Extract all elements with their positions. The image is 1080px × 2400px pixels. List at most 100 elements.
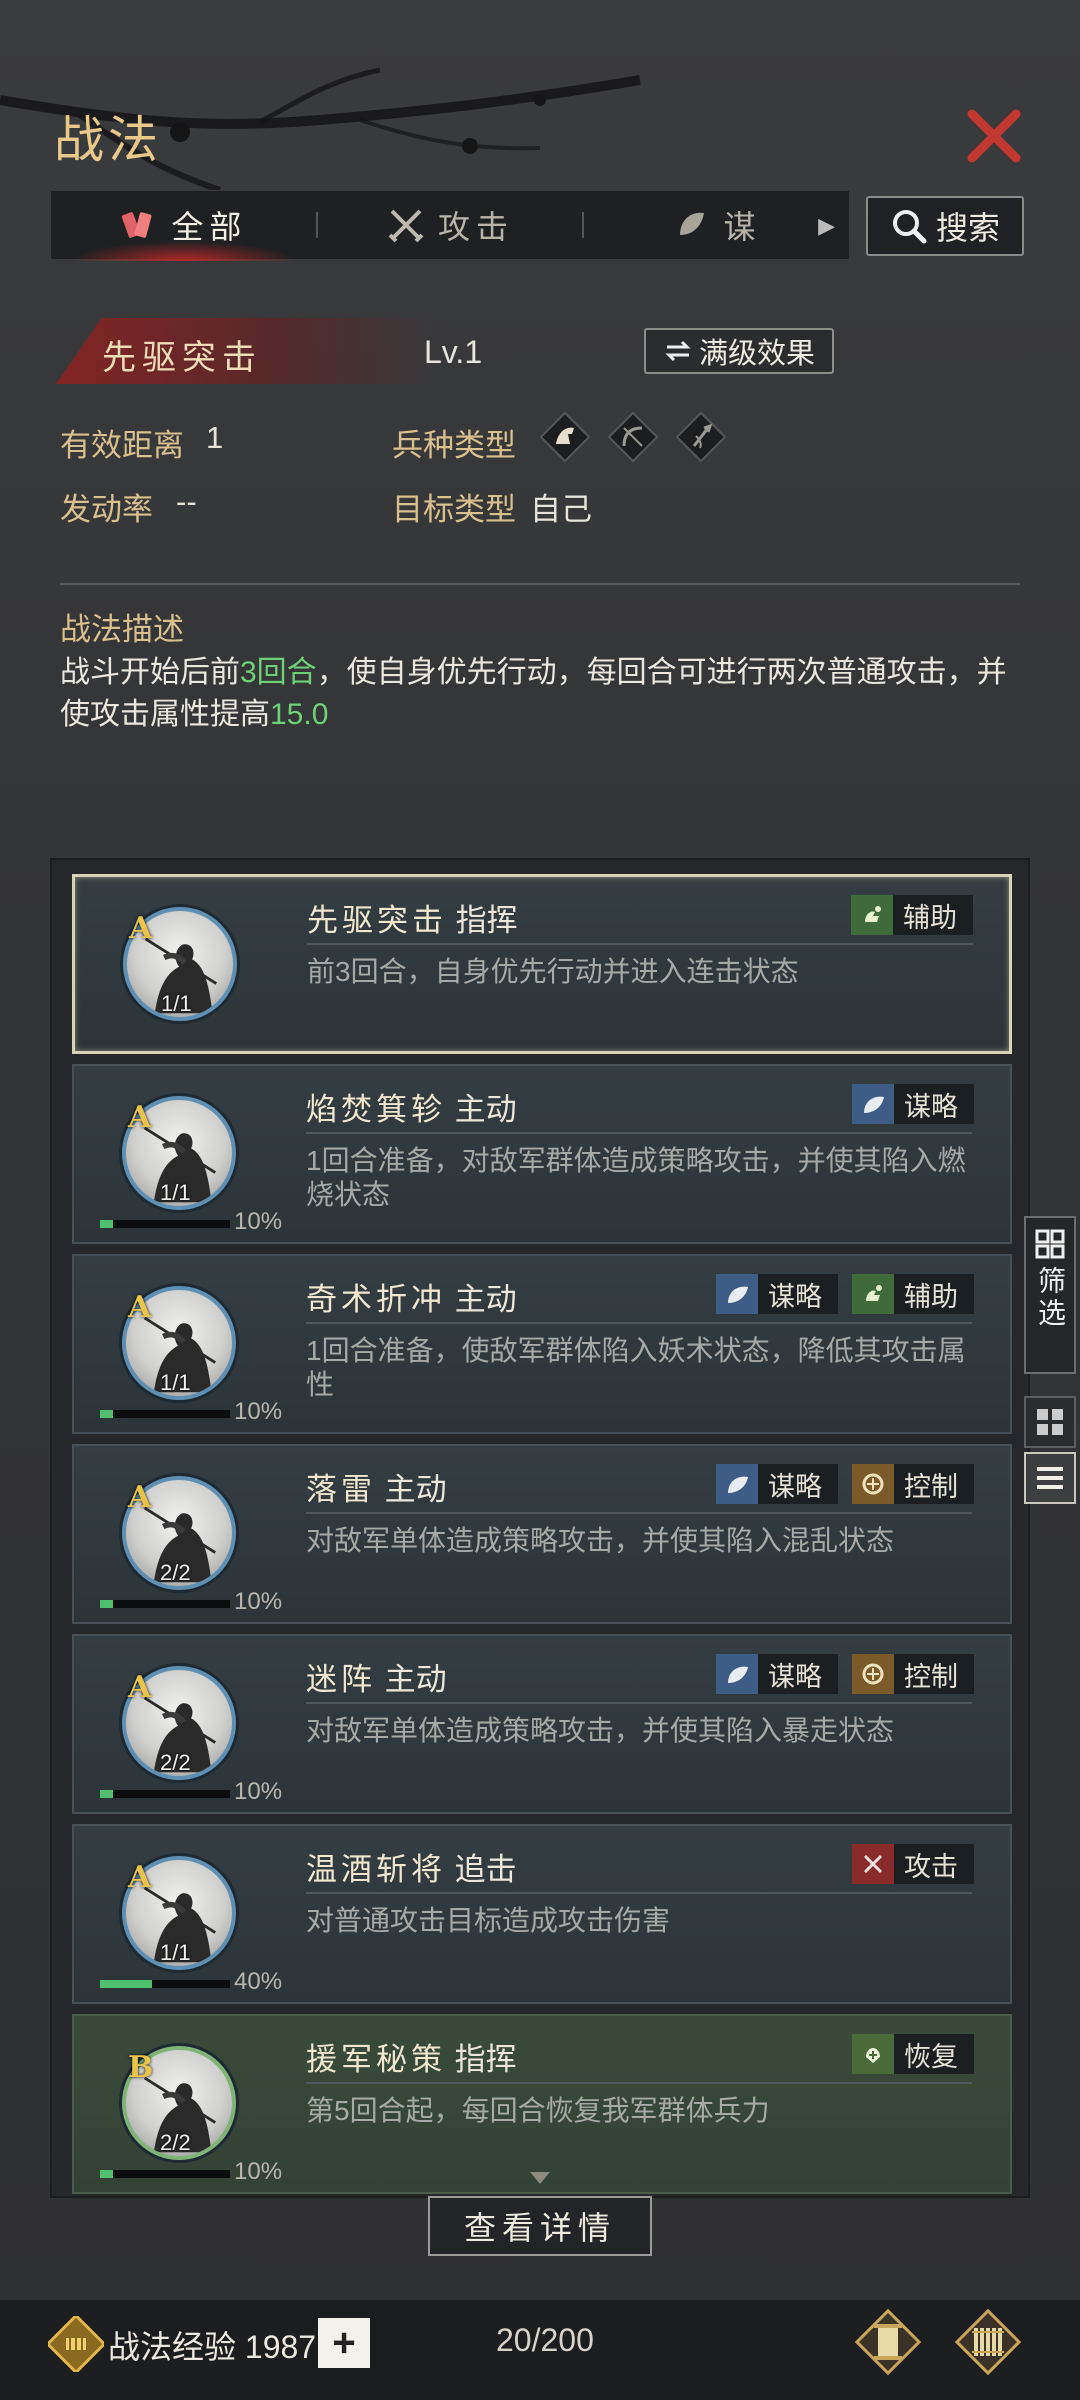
skill-grade: B	[128, 2050, 154, 2085]
skill-card-description: 前3回合，自身优先行动并进入连击状态	[307, 956, 799, 987]
list-view-button[interactable]	[1024, 1452, 1076, 1504]
tab-attack-label: 攻击	[438, 209, 515, 245]
skill-tags: 谋略 辅助	[716, 1274, 974, 1314]
cavalry-icon	[539, 411, 591, 463]
search-button[interactable]: 搜索	[866, 196, 1024, 256]
skill-card-description: 第5回合起，每回合恢复我军群体兵力	[306, 2095, 770, 2126]
max-level-effect-button[interactable]: 满级效果	[644, 328, 834, 374]
filter-button[interactable]: 筛选	[1024, 1216, 1076, 1374]
list-view-icon	[1037, 1467, 1063, 1489]
category-tabs: 全部 攻击 谋 ▶	[50, 190, 850, 261]
page-title: 战法	[54, 111, 162, 169]
skill-progress-bar	[100, 1980, 230, 1988]
skill-card-title: 援军秘策 指挥	[306, 2034, 517, 2079]
skill-grade: A	[129, 911, 153, 946]
scroll-icon[interactable]	[852, 2306, 924, 2378]
tag-support: 辅助	[851, 895, 973, 935]
skill-card[interactable]: A 1/1 40% 温酒斩将 追击 攻击 对普通攻击目标造成攻击伤害	[72, 1824, 1012, 2004]
tag-label: 辅助	[904, 1281, 958, 1312]
desc-text-1: 战斗开始后前	[60, 656, 240, 689]
filter-label: 筛选	[1035, 1266, 1066, 1330]
skill-card-title: 迷阵 主动	[306, 1654, 447, 1699]
skill-card[interactable]: A 1/1 先驱突击 指挥 辅助 前3回合，自身优先行动并进入连击状态	[72, 874, 1012, 1054]
strategy-icon	[716, 1654, 758, 1694]
scroll-down-indicator-icon	[530, 2172, 550, 2184]
tab-strategy[interactable]: 谋 ▶	[584, 191, 849, 259]
skill-count: 20/200	[496, 2322, 594, 2358]
skill-progress-percent: 40%	[234, 1968, 283, 1995]
card-divider	[307, 943, 973, 945]
skill-card-type: 主动	[454, 1092, 517, 1127]
skill-progress-percent: 10%	[234, 1778, 283, 1805]
skill-card-name: 先驱突击	[307, 903, 447, 939]
skill-card-name: 落雷	[306, 1472, 376, 1508]
grid-view-button[interactable]	[1024, 1396, 1076, 1448]
skill-card-name: 迷阵	[306, 1662, 376, 1698]
range-value: 1	[206, 420, 224, 455]
skill-card-name: 焰焚箕轸	[306, 1092, 446, 1128]
skill-card[interactable]: B 2/2 10% 援军秘策 指挥 恢复 第5回合起，每回合恢复我军群体兵力	[72, 2014, 1012, 2194]
bamboo-scroll-icon[interactable]	[952, 2306, 1024, 2378]
card-divider	[306, 1702, 972, 1704]
tab-strategy-label: 谋	[723, 209, 762, 245]
strategy-icon	[852, 1084, 894, 1124]
skill-tags: 谋略 控制	[716, 1654, 974, 1694]
range-label: 有效距离	[60, 428, 184, 463]
skill-card-description: 1回合准备，使敌军群体陷入妖术状态，降低其攻击属性	[306, 1335, 966, 1400]
card-divider	[306, 1322, 972, 1324]
card-divider	[306, 1512, 972, 1514]
tag-strategy: 谋略	[716, 1654, 838, 1694]
skill-exp: 战法经验 1987	[108, 2322, 316, 2368]
attack-icon	[852, 1844, 894, 1884]
filter-grid-icon	[1035, 1229, 1065, 1259]
skill-tags: 辅助	[851, 895, 973, 935]
skill-card-type: 指挥	[455, 903, 518, 938]
support-icon	[851, 895, 893, 935]
tab-all[interactable]: 全部	[51, 191, 316, 261]
chevron-right-icon[interactable]: ▶	[818, 213, 841, 239]
skill-stack: 2/2	[160, 1750, 191, 1775]
tag-label: 恢复	[904, 2041, 958, 2072]
spear-icon	[675, 411, 727, 463]
skill-tags: 谋略	[852, 1084, 974, 1124]
skill-card[interactable]: A 2/2 10% 落雷 主动 谋略 控制 对敌军单体造成策略攻击，并使其陷入混…	[72, 1444, 1012, 1624]
skill-card[interactable]: A 1/1 10% 奇术折冲 主动 谋略 辅助 1回合准备，使敌军群体陷入妖术状…	[72, 1254, 1012, 1434]
skill-card-type: 主动	[384, 1662, 447, 1697]
skill-grade: A	[128, 1860, 152, 1895]
tag-recovery: 恢复	[852, 2034, 974, 2074]
skill-stack: 1/1	[161, 991, 192, 1016]
skill-stack: 1/1	[160, 1370, 191, 1395]
search-label: 搜索	[935, 210, 1000, 246]
tag-control: 控制	[852, 1464, 974, 1504]
skill-stack: 2/2	[160, 2130, 191, 2155]
skill-grade: A	[128, 1480, 152, 1515]
search-icon	[892, 210, 927, 244]
tab-attack[interactable]: 攻击	[318, 191, 583, 259]
skill-card[interactable]: A 2/2 10% 迷阵 主动 谋略 控制 对敌军单体造成策略攻击，并使其陷入暴…	[72, 1634, 1012, 1814]
section-divider	[60, 583, 1020, 585]
skill-card-title: 落雷 主动	[306, 1464, 447, 1509]
trigger-rate-value: --	[176, 484, 197, 519]
skill-card-type: 追击	[454, 1852, 517, 1887]
skill-card-type: 主动	[384, 1472, 447, 1507]
recovery-icon	[852, 2034, 894, 2074]
skill-tags: 恢复	[852, 2034, 974, 2074]
tab-all-label: 全部	[171, 209, 248, 245]
skill-card-name: 援军秘策	[306, 2042, 446, 2078]
skill-card[interactable]: A 1/1 10% 焰焚箕轸 主动 谋略 1回合准备，对敌军群体造成策略攻击，并…	[72, 1064, 1012, 1244]
max-level-effect-label: 满级效果	[698, 338, 815, 370]
skill-stack: 2/2	[160, 1560, 191, 1585]
target-type-value: 自己	[530, 492, 592, 527]
view-details-button[interactable]: 查看详情	[428, 2196, 652, 2256]
add-exp-button[interactable]: +	[318, 2318, 370, 2368]
skill-card-description: 对普通攻击目标造成攻击伤害	[306, 1905, 671, 1936]
skill-card-title: 焰焚箕轸 主动	[306, 1084, 517, 1129]
skill-list: A 1/1 先驱突击 指挥 辅助 前3回合，自身优先行动并进入连击状态 A 1/…	[50, 858, 1030, 2198]
unit-type-label: 兵种类型	[392, 428, 516, 463]
skill-tags: 谋略 控制	[716, 1464, 974, 1504]
skill-card-title: 温酒斩将 追击	[306, 1844, 517, 1889]
close-icon[interactable]	[962, 104, 1026, 168]
swords-icon	[388, 209, 424, 243]
skill-stack: 1/1	[160, 1940, 191, 1965]
skill-card-name: 奇术折冲	[306, 1282, 446, 1318]
